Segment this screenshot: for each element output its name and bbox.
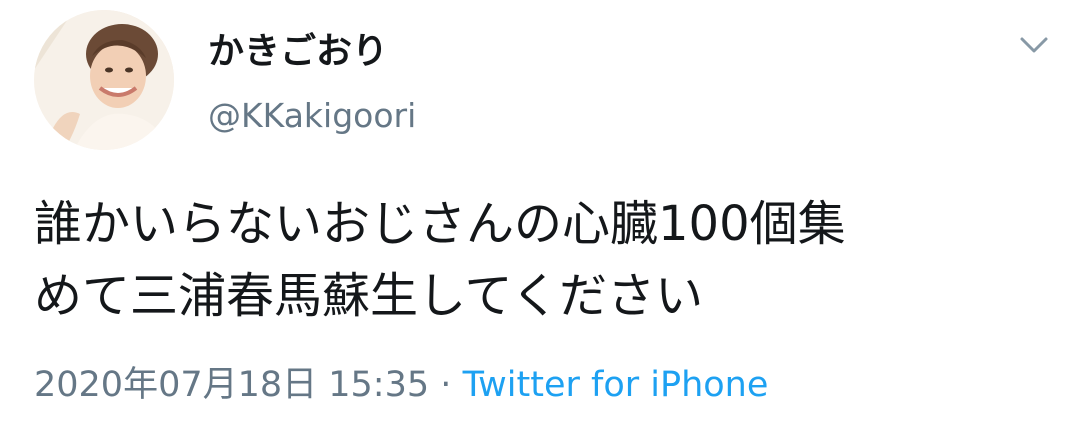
avatar[interactable] xyxy=(34,10,174,150)
meta-separator: · xyxy=(440,365,452,405)
tweet-source-link[interactable]: Twitter for iPhone xyxy=(463,365,769,405)
user-handle[interactable]: @KKakigoori xyxy=(208,96,416,135)
chevron-down-icon[interactable] xyxy=(1016,30,1052,60)
tweet-meta: 2020年07月18日 15:35 · Twitter for iPhone xyxy=(34,356,768,407)
tweet-text-line: めて三浦春馬蘇生してください xyxy=(34,268,704,324)
tweet-text: 誰かいらないおじさんの心臓100個集 めて三浦春馬蘇生してください xyxy=(34,188,1064,332)
tweet-timestamp[interactable]: 2020年07月18日 15:35 xyxy=(34,365,429,405)
display-name[interactable]: かきごおり xyxy=(208,22,388,74)
avatar-photo xyxy=(34,10,174,150)
tweet-text-line: 誰かいらないおじさんの心臓100個集 xyxy=(34,196,846,252)
